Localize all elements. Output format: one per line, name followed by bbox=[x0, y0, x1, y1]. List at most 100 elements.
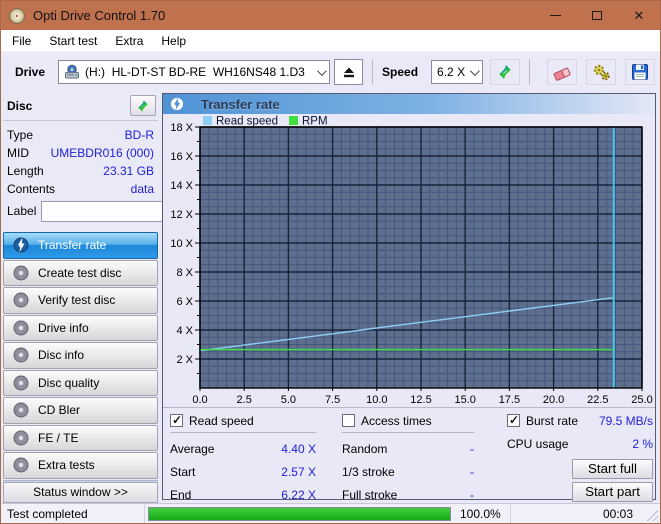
refresh-icon bbox=[138, 99, 148, 112]
divider bbox=[342, 432, 474, 433]
maximize-button[interactable] bbox=[576, 1, 618, 30]
svg-text:17.5: 17.5 bbox=[499, 394, 520, 406]
disc-row-label: Length bbox=[7, 164, 44, 178]
burst-rate-stats: Burst rate 79.5 MB/s CPU usage 2 % Start… bbox=[507, 413, 653, 502]
menu-start-test[interactable]: Start test bbox=[40, 30, 106, 51]
sidebar-item-label: CD Bler bbox=[38, 403, 81, 418]
svg-text:20.0: 20.0 bbox=[543, 394, 564, 406]
sidebar-item-label: Disc info bbox=[38, 348, 85, 363]
svg-text:2 X: 2 X bbox=[176, 354, 193, 366]
disc-row-value: BD-R bbox=[124, 128, 154, 142]
toolbar-separator bbox=[529, 59, 531, 85]
close-icon: ✕ bbox=[633, 7, 645, 23]
stat-row-full-stroke: Full stroke - bbox=[342, 489, 474, 502]
menu-extra[interactable]: Extra bbox=[106, 30, 152, 51]
burst-rate-checkbox-label: Burst rate bbox=[526, 413, 579, 428]
menu-file[interactable]: File bbox=[3, 30, 40, 51]
main-area: Disc Type BD-R MID UMEBDR016 (000) Lengt… bbox=[1, 92, 661, 503]
sidebar-item-drive-info[interactable]: Drive info bbox=[3, 314, 158, 341]
sidebar-item-transfer-rate[interactable]: Transfer rate bbox=[3, 232, 158, 259]
resize-grip[interactable] bbox=[646, 509, 658, 521]
stat-row-random: Random - bbox=[342, 443, 474, 456]
elapsed-time: 00:03 bbox=[602, 506, 633, 521]
menu-help[interactable]: Help bbox=[152, 30, 195, 51]
start-part-button[interactable]: Start part bbox=[572, 482, 653, 502]
sidebar-item-create-test-disc[interactable]: Create test disc bbox=[3, 259, 158, 286]
sidebar-item-label: Create test disc bbox=[38, 265, 122, 280]
svg-text:2.5: 2.5 bbox=[237, 394, 252, 406]
disc-row-length: Length 23.31 GB bbox=[7, 162, 154, 180]
close-button[interactable]: ✕ bbox=[618, 1, 660, 30]
eject-button[interactable] bbox=[334, 59, 364, 85]
sidebar-item-label: FE / TE bbox=[38, 430, 79, 445]
status-window-button[interactable]: Status window >> bbox=[3, 482, 158, 503]
toolbar: Drive (H:) HL-DT-ST BD-RE WH16NS48 1.D3 … bbox=[1, 52, 660, 92]
sidebar-item-verify-test-disc[interactable]: Verify test disc bbox=[3, 287, 158, 314]
burst-rate-checkbox[interactable] bbox=[507, 413, 520, 427]
disc-section-title: Disc bbox=[7, 98, 33, 113]
app-icon bbox=[9, 7, 25, 24]
drive-select-value: (H:) HL-DT-ST BD-RE WH16NS48 1.D3 bbox=[85, 65, 305, 79]
transfer-rate-panel: Transfer rate 2 X 4 X 6 X 8 X 10 X 12 X 14 X 16… bbox=[162, 93, 661, 502]
stat-value: 4.40 X bbox=[281, 442, 316, 456]
burst-rate-value: 79.5 MB/s bbox=[598, 413, 653, 428]
svg-text:RPM: RPM bbox=[302, 116, 328, 128]
disc-icon bbox=[13, 375, 29, 391]
speed-select[interactable]: 6.2 X bbox=[431, 60, 484, 84]
stat-value: 2 % bbox=[632, 437, 653, 451]
save-button[interactable] bbox=[625, 59, 656, 85]
stat-label: Start bbox=[170, 465, 196, 479]
svg-text:15.0: 15.0 bbox=[454, 394, 475, 406]
sidebar-item-disc-quality[interactable]: Disc quality bbox=[3, 369, 158, 396]
disc-row-value: UMEBDR016 (000) bbox=[50, 146, 154, 160]
access-times-checkbox-label: Access times bbox=[361, 413, 432, 428]
progress-fill bbox=[149, 507, 450, 520]
disc-label-caption: Label bbox=[7, 204, 37, 218]
svg-text:10.0: 10.0 bbox=[366, 394, 387, 406]
chevron-down-icon bbox=[316, 65, 327, 76]
svg-text:14 X: 14 X bbox=[170, 180, 193, 192]
disc-label-row: Label bbox=[3, 198, 244, 222]
svg-text:5.0: 5.0 bbox=[281, 394, 296, 406]
sidebar-item-fe-te[interactable]: FE / TE bbox=[3, 424, 158, 451]
settings-button[interactable] bbox=[586, 59, 617, 85]
gears-icon bbox=[593, 64, 610, 81]
read-speed-checkbox[interactable] bbox=[170, 413, 183, 427]
svg-text:10 X: 10 X bbox=[170, 238, 193, 250]
erase-disc-button[interactable] bbox=[547, 59, 578, 85]
svg-text:25.0: 25.0 bbox=[631, 394, 652, 406]
disc-icon bbox=[13, 430, 29, 446]
disc-row-value: 23.31 GB bbox=[103, 164, 154, 178]
svg-text:0.0: 0.0 bbox=[192, 394, 207, 406]
stat-value: - bbox=[470, 442, 474, 456]
stat-label: End bbox=[170, 488, 192, 502]
sidebar-item-cd-bler[interactable]: CD Bler bbox=[3, 397, 158, 424]
drive-select[interactable]: (H:) HL-DT-ST BD-RE WH16NS48 1.D3 bbox=[58, 60, 331, 84]
svg-text:22.5: 22.5 bbox=[587, 394, 608, 406]
maximize-icon bbox=[592, 11, 602, 20]
title-bar: Opti Drive Control 1.70 ✕ bbox=[1, 1, 660, 30]
read-speed-checkbox-label: Read speed bbox=[189, 413, 254, 428]
disc-icon bbox=[13, 265, 29, 281]
refresh-icon bbox=[499, 65, 511, 79]
svg-text:7.5: 7.5 bbox=[325, 394, 340, 406]
disc-section-header: Disc bbox=[3, 94, 158, 121]
disc-icon bbox=[13, 347, 29, 363]
start-full-button[interactable]: Start full bbox=[572, 459, 653, 479]
stat-label: 1/3 stroke bbox=[342, 465, 395, 479]
sidebar-item-label: Verify test disc bbox=[38, 293, 116, 308]
disc-icon bbox=[13, 402, 29, 418]
progress-percent: 100.0% bbox=[460, 506, 501, 521]
status-bar: Test completed 100.0% 00:03 bbox=[1, 503, 660, 523]
sidebar-item-extra-tests[interactable]: Extra tests bbox=[3, 452, 158, 479]
refresh-disc-button[interactable] bbox=[130, 95, 156, 116]
access-times-checkbox[interactable] bbox=[342, 414, 355, 427]
minimize-button[interactable] bbox=[534, 1, 576, 30]
disc-info-list: Type BD-R MID UMEBDR016 (000) Length 23.… bbox=[3, 121, 158, 198]
sidebar-item-label: Transfer rate bbox=[38, 238, 107, 253]
drive-label: Drive bbox=[15, 65, 46, 79]
stat-row-end: End 6.22 X bbox=[170, 489, 316, 502]
refresh-speed-button[interactable] bbox=[490, 59, 521, 85]
stats-region: Read speed Average 4.40 X Start 2.57 X E… bbox=[163, 407, 655, 502]
sidebar-item-disc-info[interactable]: Disc info bbox=[3, 342, 158, 369]
